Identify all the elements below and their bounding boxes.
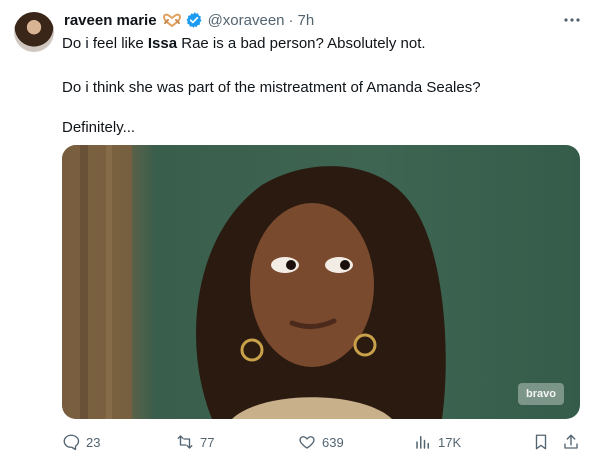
header-separator: · bbox=[288, 11, 294, 29]
tweet-bold-word: Issa bbox=[147, 35, 178, 52]
views-chart-icon bbox=[416, 436, 429, 449]
bookmark-button[interactable] bbox=[532, 428, 550, 456]
reply-count: 23 bbox=[86, 434, 101, 450]
share-button[interactable] bbox=[562, 428, 580, 456]
tweet-actions-bar: 23 77 639 17K bbox=[62, 428, 584, 456]
tweet-line-1-end: Rae is a bad person? Absolutely not. bbox=[177, 35, 426, 52]
tweet-line-1-start: Do i feel like bbox=[62, 35, 148, 52]
tweet-media-gif[interactable]: bravo bbox=[62, 145, 580, 419]
repost-icon bbox=[177, 435, 193, 449]
tweet-header: raveen marie @xoraveen · 7h bbox=[64, 10, 314, 30]
tweet-text: Do i feel like Issa Rae is a bad person?… bbox=[62, 34, 582, 158]
avatar[interactable] bbox=[14, 12, 54, 52]
views-count: 17K bbox=[438, 434, 462, 450]
reply-icon bbox=[63, 434, 80, 451]
heart-icon bbox=[299, 436, 315, 449]
like-button[interactable]: 639 bbox=[298, 428, 344, 456]
heart-hands-emoji-icon bbox=[162, 12, 182, 28]
tweet-line-2: Do i think she was part of the mistreatm… bbox=[62, 79, 481, 96]
repost-count: 77 bbox=[200, 434, 215, 450]
views-button[interactable]: 17K bbox=[414, 428, 461, 456]
reply-button[interactable]: 23 bbox=[62, 428, 100, 456]
verified-badge-icon bbox=[185, 11, 203, 29]
bravo-watermark: bravo bbox=[518, 383, 564, 405]
bookmark-icon bbox=[535, 434, 547, 450]
more-options-icon[interactable] bbox=[558, 10, 586, 30]
author-display-name[interactable]: raveen marie bbox=[64, 12, 157, 29]
tweet-line-3: Definitely... bbox=[62, 119, 136, 136]
tweet-line-1: Do i feel like Issa Rae is a bad person?… bbox=[62, 34, 582, 54]
repost-button[interactable]: 77 bbox=[176, 428, 214, 456]
tweet-timestamp[interactable]: 7h bbox=[298, 12, 315, 29]
author-handle[interactable]: @xoraveen bbox=[208, 12, 285, 29]
share-icon bbox=[564, 434, 578, 449]
media-illustration bbox=[62, 145, 446, 419]
like-count: 639 bbox=[322, 434, 344, 450]
